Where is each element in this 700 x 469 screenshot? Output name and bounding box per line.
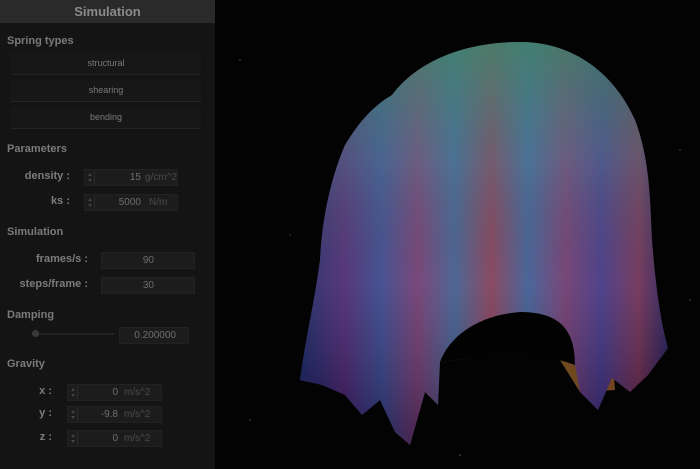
ks-value: 5000 [118, 197, 141, 208]
fps-label: frames/s : [36, 253, 88, 265]
gravity-x-value: 0 [112, 387, 118, 398]
ks-unit: N/m [149, 197, 168, 208]
ks-label: ks : [51, 195, 70, 207]
gravity-label: Gravity [7, 358, 45, 370]
gravity-z-field[interactable]: 0 m/s^2 [67, 430, 162, 447]
density-label: density : [24, 170, 70, 182]
damping-value: 0.200000 [134, 330, 176, 341]
density-unit: g/cm^2 [145, 172, 177, 183]
gravity-x-label: x : [39, 385, 52, 397]
damping-field[interactable]: 0.200000 [119, 327, 189, 344]
simulation-section-label: Simulation [7, 226, 64, 238]
fps-field[interactable]: 90 [101, 252, 195, 269]
gravity-y-unit: m/s^2 [124, 409, 151, 420]
gravity-z-spinner-icon[interactable] [70, 432, 78, 445]
damping-label: Damping [7, 309, 55, 321]
damping-slider-thumb[interactable] [32, 330, 39, 337]
gravity-x-spinner-icon[interactable] [70, 386, 78, 399]
gravity-z-unit: m/s^2 [124, 433, 151, 444]
damping-slider-track[interactable] [34, 333, 114, 335]
shearing-button[interactable]: shearing [11, 80, 201, 102]
control-panel: Simulation Spring types structural shear… [0, 0, 215, 469]
panel-title: Simulation [0, 0, 215, 23]
spring-types-label: Spring types [7, 35, 74, 47]
gravity-y-spinner-icon[interactable] [70, 408, 78, 421]
gravity-y-field[interactable]: -9.8 m/s^2 [67, 406, 162, 423]
parameters-label: Parameters [7, 143, 67, 155]
gravity-y-label: y : [39, 407, 52, 419]
gravity-z-value: 0 [112, 433, 118, 444]
gravity-z-label: z : [39, 431, 52, 443]
steps-field[interactable]: 30 [101, 277, 195, 294]
density-field[interactable]: 15 g/cm^2 [84, 169, 178, 186]
fps-value: 90 [142, 255, 154, 266]
density-value: 15 [129, 172, 141, 183]
structural-button[interactable]: structural [11, 53, 201, 75]
steps-label: steps/frame : [19, 278, 88, 290]
ks-field[interactable]: 5000 N/m [84, 194, 178, 211]
gravity-x-unit: m/s^2 [124, 387, 151, 398]
steps-value: 30 [142, 280, 154, 291]
app-root: Simulation Spring types structural shear… [0, 0, 700, 469]
ks-spinner-icon[interactable] [87, 196, 95, 209]
bending-button[interactable]: bending [11, 107, 201, 129]
density-spinner-icon[interactable] [87, 171, 95, 184]
gravity-y-value: -9.8 [100, 409, 118, 420]
gravity-x-field[interactable]: 0 m/s^2 [67, 384, 162, 401]
